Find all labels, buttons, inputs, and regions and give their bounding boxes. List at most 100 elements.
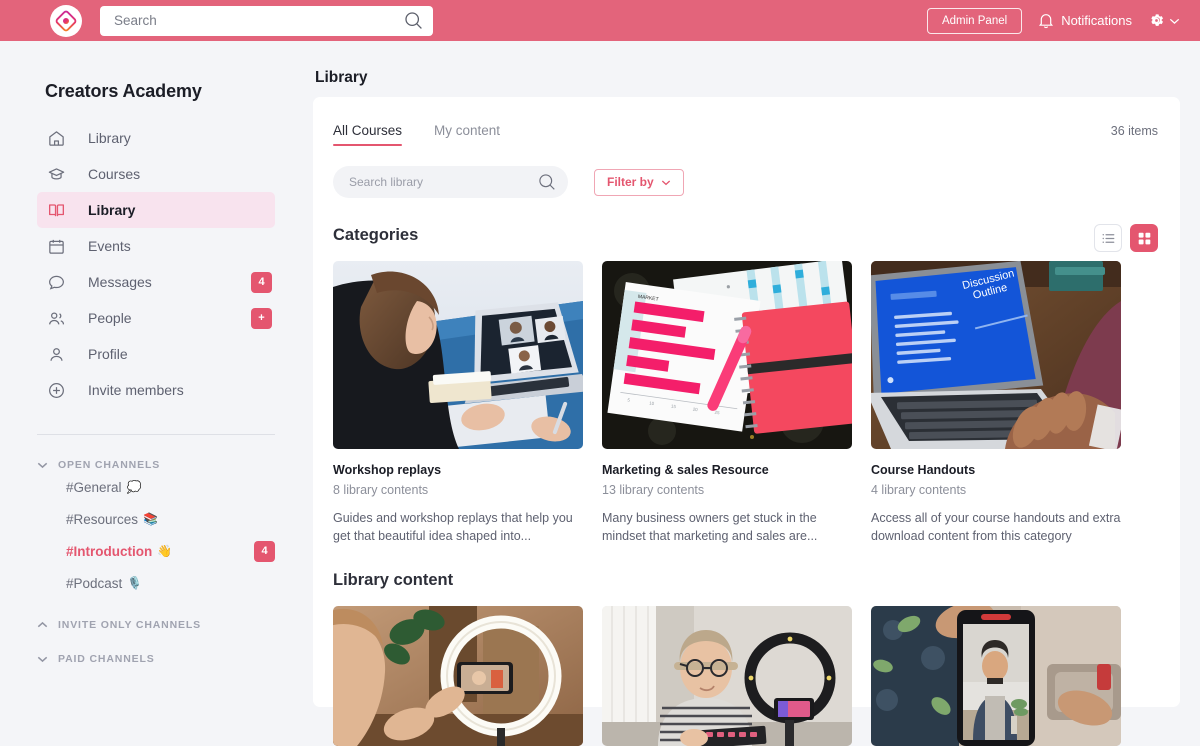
category-title: Course Handouts (871, 463, 976, 477)
library-panel: All Courses My content 36 items Filter b… (313, 97, 1180, 746)
admin-panel-button[interactable]: Admin Panel (926, 7, 1023, 34)
sidebar-item-label: Messages (88, 274, 152, 290)
category-thumbnail: Discussion Outline (871, 261, 1121, 449)
channel-general[interactable]: #General 💭 (66, 471, 142, 503)
category-count: 8 library contents (333, 483, 429, 497)
channel-row[interactable]: #Introduction 👋 4 (0, 535, 313, 567)
search-icon[interactable] (404, 11, 423, 30)
book-icon (45, 199, 67, 221)
main-content: Library All Courses My content 36 items … (313, 41, 1200, 746)
sidebar-item-people[interactable]: People + (37, 300, 275, 336)
channel-name: #Introduction (66, 543, 153, 559)
channel-name: #General (66, 479, 122, 495)
channel-podcast[interactable]: #Podcast 🎙️ (66, 567, 142, 599)
channel-resources[interactable]: #Resources 📚 (66, 503, 158, 535)
toolbar: Filter by (333, 166, 1180, 198)
notifications-label: Notifications (1061, 13, 1132, 28)
library-content-card[interactable] (602, 606, 852, 746)
category-description: Access all of your course handouts and e… (871, 511, 1121, 544)
sidebar-item-invite-members[interactable]: Invite members (37, 372, 275, 408)
sidebar-item-courses[interactable]: Courses (37, 156, 275, 192)
category-card[interactable]: Workshop replays 8 library contents Guid… (333, 261, 583, 545)
channel-row[interactable]: #General 💭 (0, 471, 313, 503)
channel-introduction[interactable]: #Introduction 👋 4 (66, 535, 313, 567)
chevron-up-icon (37, 621, 48, 629)
category-count: 4 library contents (871, 483, 967, 497)
messages-badge: 4 (251, 271, 272, 293)
sidebar-item-label: Events (88, 238, 131, 254)
library-search[interactable] (333, 166, 568, 198)
bell-icon (1038, 12, 1054, 29)
sidebar-item-messages[interactable]: Messages 4 (37, 264, 275, 300)
chevron-down-icon (37, 461, 48, 469)
sidebar-group-paid-channels[interactable]: PAID CHANNELS (37, 653, 313, 665)
library-content-heading: Library content (333, 571, 454, 590)
items-count: 36 items (1110, 124, 1158, 138)
home-icon (45, 127, 67, 149)
chevron-down-icon (661, 179, 671, 186)
category-card[interactable]: Discussion Outline Course Handouts 4 lib… (871, 261, 1121, 545)
sidebar: Creators Academy Library Courses Library… (0, 41, 313, 675)
user-icon (45, 343, 67, 365)
settings-menu[interactable] (1148, 12, 1180, 29)
channel-name: #Podcast (66, 575, 123, 591)
sidebar-item-label: Library (88, 130, 131, 146)
speech-balloon-emoji: 💭 (126, 480, 142, 494)
channel-row[interactable]: #Podcast 🎙️ (0, 567, 313, 599)
people-icon (45, 307, 67, 329)
sidebar-item-label: Invite members (88, 382, 184, 398)
add-person-badge[interactable]: + (251, 307, 272, 329)
category-card[interactable]: Revenue report (602, 261, 852, 545)
top-bar-actions: Admin Panel Notifications (926, 7, 1180, 34)
sidebar-divider (37, 434, 275, 435)
channel-unread-badge: 4 (254, 540, 275, 562)
calendar-icon (45, 235, 67, 257)
channel-row[interactable]: #Resources 📚 (0, 503, 313, 535)
category-thumbnail (333, 261, 583, 449)
brand-title: Creators Academy (45, 81, 202, 101)
sidebar-nav: Library Courses Library Events Messages … (0, 120, 313, 408)
list-view-icon[interactable] (1094, 224, 1122, 252)
waving-hand-emoji: 👋 (157, 544, 173, 558)
category-thumbnail: Revenue report (602, 261, 852, 449)
library-content-card[interactable] (871, 606, 1121, 746)
tab-all-courses[interactable]: All Courses (333, 123, 403, 146)
filter-by-button[interactable]: Filter by (594, 168, 684, 196)
channel-name: #Resources (66, 511, 139, 527)
category-description: Many business owners get stuck in the mi… (602, 511, 818, 544)
sidebar-group-invite-only-channels[interactable]: INVITE ONLY CHANNELS (37, 619, 313, 631)
chevron-down-icon (37, 655, 48, 663)
sidebar-item-library[interactable]: Library (37, 192, 275, 228)
group-label: INVITE ONLY CHANNELS (58, 619, 202, 631)
sidebar-group-open-channels[interactable]: OPEN CHANNELS (37, 459, 313, 471)
sidebar-item-library-home[interactable]: Library (37, 120, 275, 156)
app-logo[interactable] (50, 4, 82, 37)
global-search[interactable] (100, 5, 433, 36)
tab-bar: All Courses My content (313, 97, 1180, 146)
library-content-thumbnail (333, 606, 583, 746)
library-content-card[interactable] (333, 606, 583, 746)
plus-circle-icon (45, 379, 67, 401)
library-search-input[interactable] (349, 175, 538, 189)
sidebar-item-profile[interactable]: Profile (37, 336, 275, 372)
filter-label: Filter by (607, 175, 654, 189)
library-content-list (333, 606, 1180, 746)
chat-icon (45, 271, 67, 293)
books-emoji: 📚 (143, 512, 158, 526)
notifications-button[interactable]: Notifications (1038, 12, 1132, 29)
library-content-thumbnail (602, 606, 852, 746)
grid-view-icon[interactable] (1130, 224, 1158, 252)
sidebar-item-label: Courses (88, 166, 141, 182)
category-title: Marketing & sales Resource (602, 463, 769, 477)
sidebar-item-label: Library (88, 202, 136, 218)
group-label: PAID CHANNELS (58, 653, 155, 665)
library-content-thumbnail (871, 606, 1121, 746)
page-title: Library (315, 69, 368, 86)
search-input[interactable] (114, 13, 404, 28)
tab-my-content[interactable]: My content (434, 123, 500, 146)
view-toggle (1094, 224, 1158, 252)
sidebar-item-label: Profile (88, 346, 128, 362)
sidebar-item-events[interactable]: Events (37, 228, 275, 264)
sidebar-item-label: People (88, 310, 132, 326)
search-icon[interactable] (538, 173, 556, 191)
